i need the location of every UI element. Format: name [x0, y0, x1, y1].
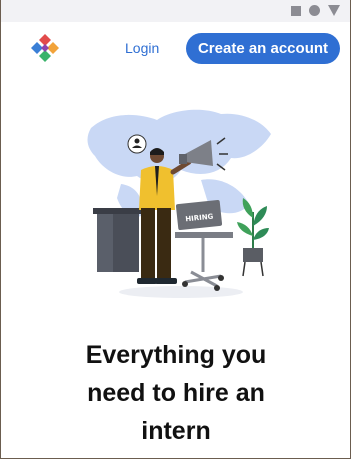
- headline-line-2: need to hire an: [87, 379, 265, 407]
- stop-icon: [291, 5, 301, 16]
- hiring-chair: HIRING: [175, 199, 233, 291]
- record-icon: [309, 5, 320, 16]
- top-header: Login Create an account: [1, 24, 350, 72]
- logo-icon[interactable]: [29, 32, 61, 64]
- status-bar: [1, 0, 350, 22]
- login-link[interactable]: Login: [125, 40, 159, 56]
- hero-headline: Everything you need to hire an intern: [31, 336, 321, 450]
- user-icon: [127, 134, 147, 154]
- headline-line-1: Everything you: [85, 341, 267, 369]
- triangle-down-icon: [328, 5, 340, 16]
- create-account-button[interactable]: Create an account: [186, 33, 340, 64]
- app-frame: Login Create an account HIRING Everythin…: [0, 0, 351, 459]
- hiring-illustration: HIRING: [87, 109, 271, 298]
- status-icons: [291, 5, 340, 16]
- headline-line-3: intern: [141, 417, 211, 445]
